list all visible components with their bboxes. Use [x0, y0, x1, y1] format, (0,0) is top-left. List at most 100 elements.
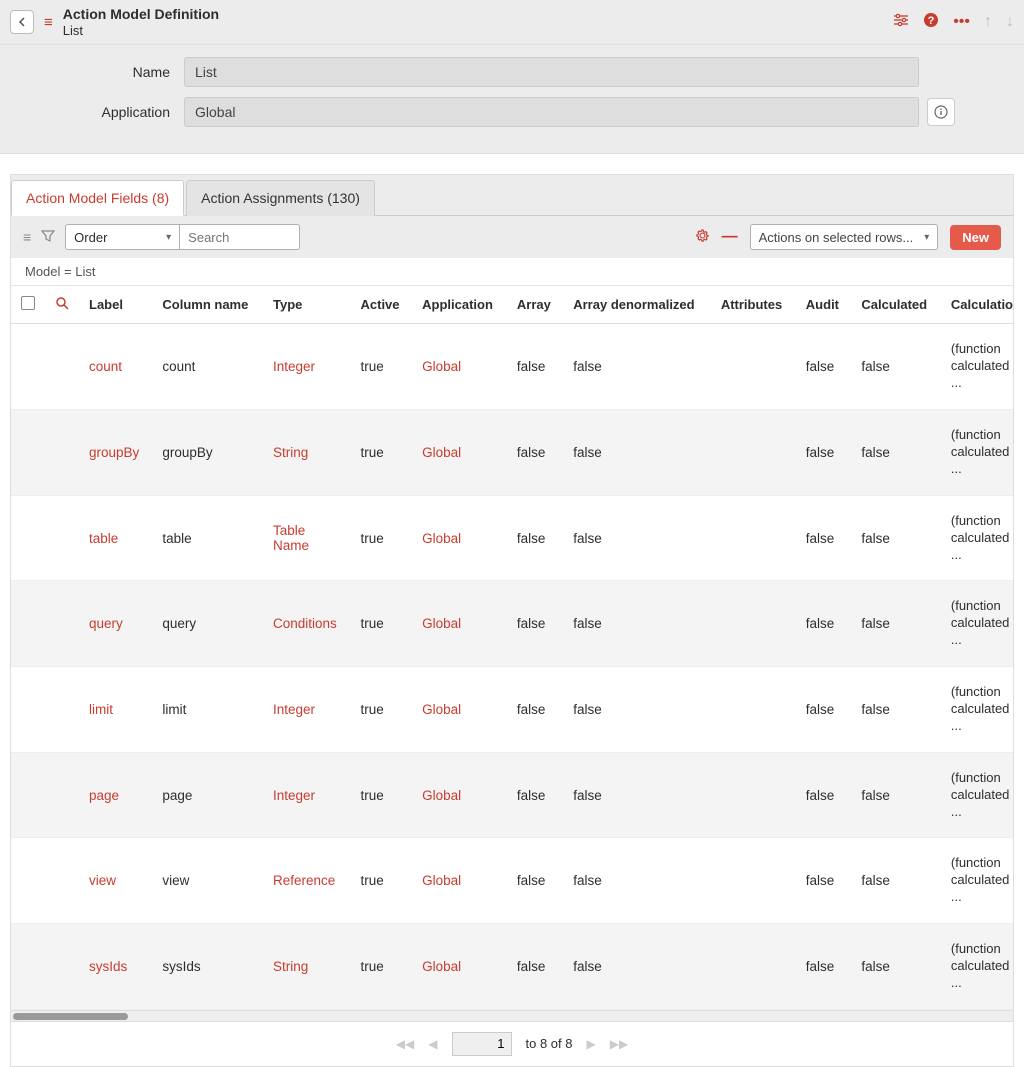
col-type[interactable]: Type — [263, 286, 350, 324]
prev-page-button[interactable]: ◀ — [428, 1037, 437, 1051]
cell-application[interactable]: Global — [412, 324, 507, 410]
col-calculated[interactable]: Calculated — [851, 286, 941, 324]
page-title: Action Model Definition List — [63, 6, 219, 38]
scrollbar-thumb[interactable] — [13, 1013, 128, 1020]
new-button[interactable]: New — [950, 225, 1001, 250]
table-row[interactable]: sysIdssysIdsStringtrueGlobalfalsefalsefa… — [11, 924, 1013, 1010]
menu-icon[interactable]: ≡ — [44, 14, 53, 31]
row-search-icon[interactable] — [55, 297, 69, 313]
tab-action-model-fields[interactable]: Action Model Fields (8) — [11, 180, 184, 216]
cell-audit: false — [796, 752, 852, 838]
next-page-button[interactable]: ▶ — [586, 1037, 595, 1051]
sort-select[interactable]: Order — [65, 224, 180, 250]
cell-calculated: false — [851, 324, 941, 410]
search-input[interactable] — [180, 224, 300, 250]
table-row[interactable]: limitlimitIntegertrueGlobalfalsefalsefal… — [11, 667, 1013, 753]
page-input[interactable] — [452, 1032, 512, 1056]
cell-array: false — [507, 667, 563, 753]
cell-type[interactable]: Reference — [263, 838, 350, 924]
application-info-button[interactable] — [927, 98, 955, 126]
cell-calculation: (functioncalculated... — [941, 667, 1013, 753]
cell-array: false — [507, 495, 563, 581]
cell-label[interactable]: count — [79, 324, 152, 410]
table-row[interactable]: viewviewReferencetrueGlobalfalsefalsefal… — [11, 838, 1013, 924]
cell-array-denorm: false — [563, 667, 711, 753]
cell-audit: false — [796, 838, 852, 924]
help-icon[interactable]: ? — [923, 12, 939, 33]
cell-type[interactable]: Integer — [263, 667, 350, 753]
cell-application[interactable]: Global — [412, 581, 507, 667]
col-audit[interactable]: Audit — [796, 286, 852, 324]
cell-application[interactable]: Global — [412, 924, 507, 1010]
table-row[interactable]: pagepageIntegertrueGlobalfalsefalsefalse… — [11, 752, 1013, 838]
cell-application[interactable]: Global — [412, 667, 507, 753]
cell-label[interactable]: sysIds — [79, 924, 152, 1010]
personalize-icon[interactable] — [695, 228, 710, 247]
cell-audit: false — [796, 581, 852, 667]
tab-action-assignments[interactable]: Action Assignments (130) — [186, 180, 375, 216]
cell-active: true — [351, 924, 413, 1010]
application-field[interactable] — [184, 97, 919, 127]
cell-calculation: (functioncalculated... — [941, 924, 1013, 1010]
cell-type[interactable]: Integer — [263, 752, 350, 838]
cell-label[interactable]: table — [79, 495, 152, 581]
cell-calculation: (functioncalculated... — [941, 838, 1013, 924]
cell-calculated: false — [851, 410, 941, 496]
cell-calculated: false — [851, 838, 941, 924]
cell-application[interactable]: Global — [412, 410, 507, 496]
name-field[interactable] — [184, 57, 919, 87]
table-row[interactable]: tabletableTableNametrueGlobalfalsefalsef… — [11, 495, 1013, 581]
col-calculation[interactable]: Calculation — [941, 286, 1013, 324]
cell-array-denorm: false — [563, 324, 711, 410]
filter-icon[interactable] — [41, 229, 55, 246]
col-active[interactable]: Active — [351, 286, 413, 324]
back-button[interactable] — [10, 10, 34, 34]
table-row[interactable]: countcountIntegertrueGlobalfalsefalsefal… — [11, 324, 1013, 410]
cell-type[interactable]: String — [263, 924, 350, 1010]
cell-application[interactable]: Global — [412, 838, 507, 924]
cell-calculation: (functioncalculated... — [941, 324, 1013, 410]
table-row[interactable]: groupBygroupByStringtrueGlobalfalsefalse… — [11, 410, 1013, 496]
select-all-checkbox[interactable] — [21, 296, 35, 310]
cell-audit: false — [796, 667, 852, 753]
cell-active: true — [351, 324, 413, 410]
last-page-button[interactable]: ▶▶ — [610, 1037, 628, 1051]
cell-application[interactable]: Global — [412, 752, 507, 838]
cell-label[interactable]: view — [79, 838, 152, 924]
remove-icon[interactable]: — — [722, 228, 738, 246]
settings-icon[interactable] — [893, 13, 909, 32]
first-page-button[interactable]: ◀◀ — [396, 1037, 414, 1051]
title-line2: List — [63, 23, 219, 39]
cell-type[interactable]: Conditions — [263, 581, 350, 667]
cell-type[interactable]: TableName — [263, 495, 350, 581]
cell-active: true — [351, 410, 413, 496]
col-attributes[interactable]: Attributes — [711, 286, 796, 324]
cell-label[interactable]: query — [79, 581, 152, 667]
chevron-left-icon — [17, 17, 27, 27]
cell-active: true — [351, 495, 413, 581]
prev-record-icon[interactable]: ↑ — [984, 13, 992, 31]
list-menu-icon[interactable]: ≡ — [23, 229, 31, 245]
cell-type[interactable]: String — [263, 410, 350, 496]
next-record-icon[interactable]: ↓ — [1006, 13, 1014, 31]
cell-active: true — [351, 667, 413, 753]
cell-array-denorm: false — [563, 581, 711, 667]
more-icon[interactable]: ••• — [953, 13, 970, 31]
col-application[interactable]: Application — [412, 286, 507, 324]
table-row[interactable]: queryqueryConditionstrueGlobalfalsefalse… — [11, 581, 1013, 667]
cell-application[interactable]: Global — [412, 495, 507, 581]
horizontal-scrollbar[interactable] — [11, 1010, 1013, 1021]
actions-select[interactable]: Actions on selected rows... — [750, 224, 939, 250]
col-label[interactable]: Label — [79, 286, 152, 324]
cell-type[interactable]: Integer — [263, 324, 350, 410]
cell-label[interactable]: page — [79, 752, 152, 838]
breadcrumb[interactable]: Model = List — [11, 258, 1013, 286]
cell-attributes — [711, 752, 796, 838]
cell-label[interactable]: limit — [79, 667, 152, 753]
cell-attributes — [711, 924, 796, 1010]
col-column-name[interactable]: Column name — [152, 286, 263, 324]
title-line1: Action Model Definition — [63, 6, 219, 23]
col-array-denorm[interactable]: Array denormalized — [563, 286, 711, 324]
col-array[interactable]: Array — [507, 286, 563, 324]
cell-label[interactable]: groupBy — [79, 410, 152, 496]
